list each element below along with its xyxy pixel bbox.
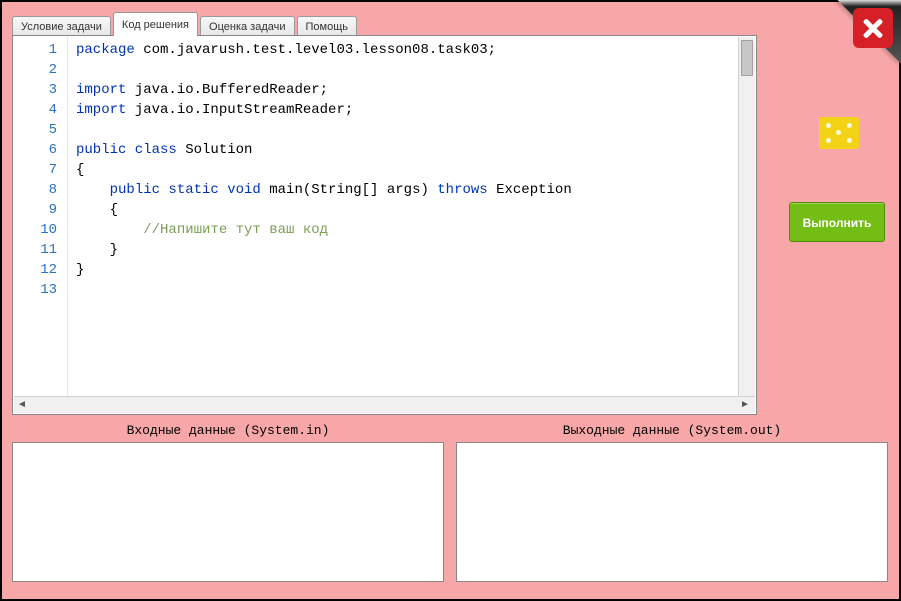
horizontal-scrollbar[interactable]: ◄ ► xyxy=(14,396,755,413)
code-editor[interactable]: 1 2 3 4 5 6 7 8 9 10 11 12 13 package co… xyxy=(12,35,757,415)
vertical-scrollbar[interactable] xyxy=(738,37,755,396)
line-number-gutter: 1 2 3 4 5 6 7 8 9 10 11 12 13 xyxy=(13,36,68,397)
input-textarea[interactable] xyxy=(12,442,444,582)
tab-evaluation[interactable]: Оценка задачи xyxy=(200,16,294,36)
tab-solution-code[interactable]: Код решения xyxy=(113,12,198,36)
dice-icon[interactable] xyxy=(819,117,859,149)
scroll-left-icon[interactable]: ◄ xyxy=(17,399,29,411)
tab-label: Код решения xyxy=(122,19,189,31)
scroll-right-icon[interactable]: ► xyxy=(740,399,752,411)
run-button[interactable]: Выполнить xyxy=(789,202,885,242)
run-button-label: Выполнить xyxy=(803,216,872,230)
scroll-thumb[interactable] xyxy=(741,40,753,76)
tab-problem-statement[interactable]: Условие задачи xyxy=(12,16,111,36)
tab-label: Оценка задачи xyxy=(209,21,285,33)
input-label: Входные данные (System.in) xyxy=(12,423,444,442)
tab-label: Условие задачи xyxy=(21,21,102,33)
output-label: Выходные данные (System.out) xyxy=(456,423,888,442)
output-textarea xyxy=(456,442,888,582)
close-button[interactable] xyxy=(853,8,893,48)
tab-help[interactable]: Помощь xyxy=(297,16,358,36)
code-content[interactable]: package com.javarush.test.level03.lesson… xyxy=(68,36,756,397)
tab-label: Помощь xyxy=(306,21,349,33)
tab-bar: Условие задачи Код решения Оценка задачи… xyxy=(12,12,899,36)
